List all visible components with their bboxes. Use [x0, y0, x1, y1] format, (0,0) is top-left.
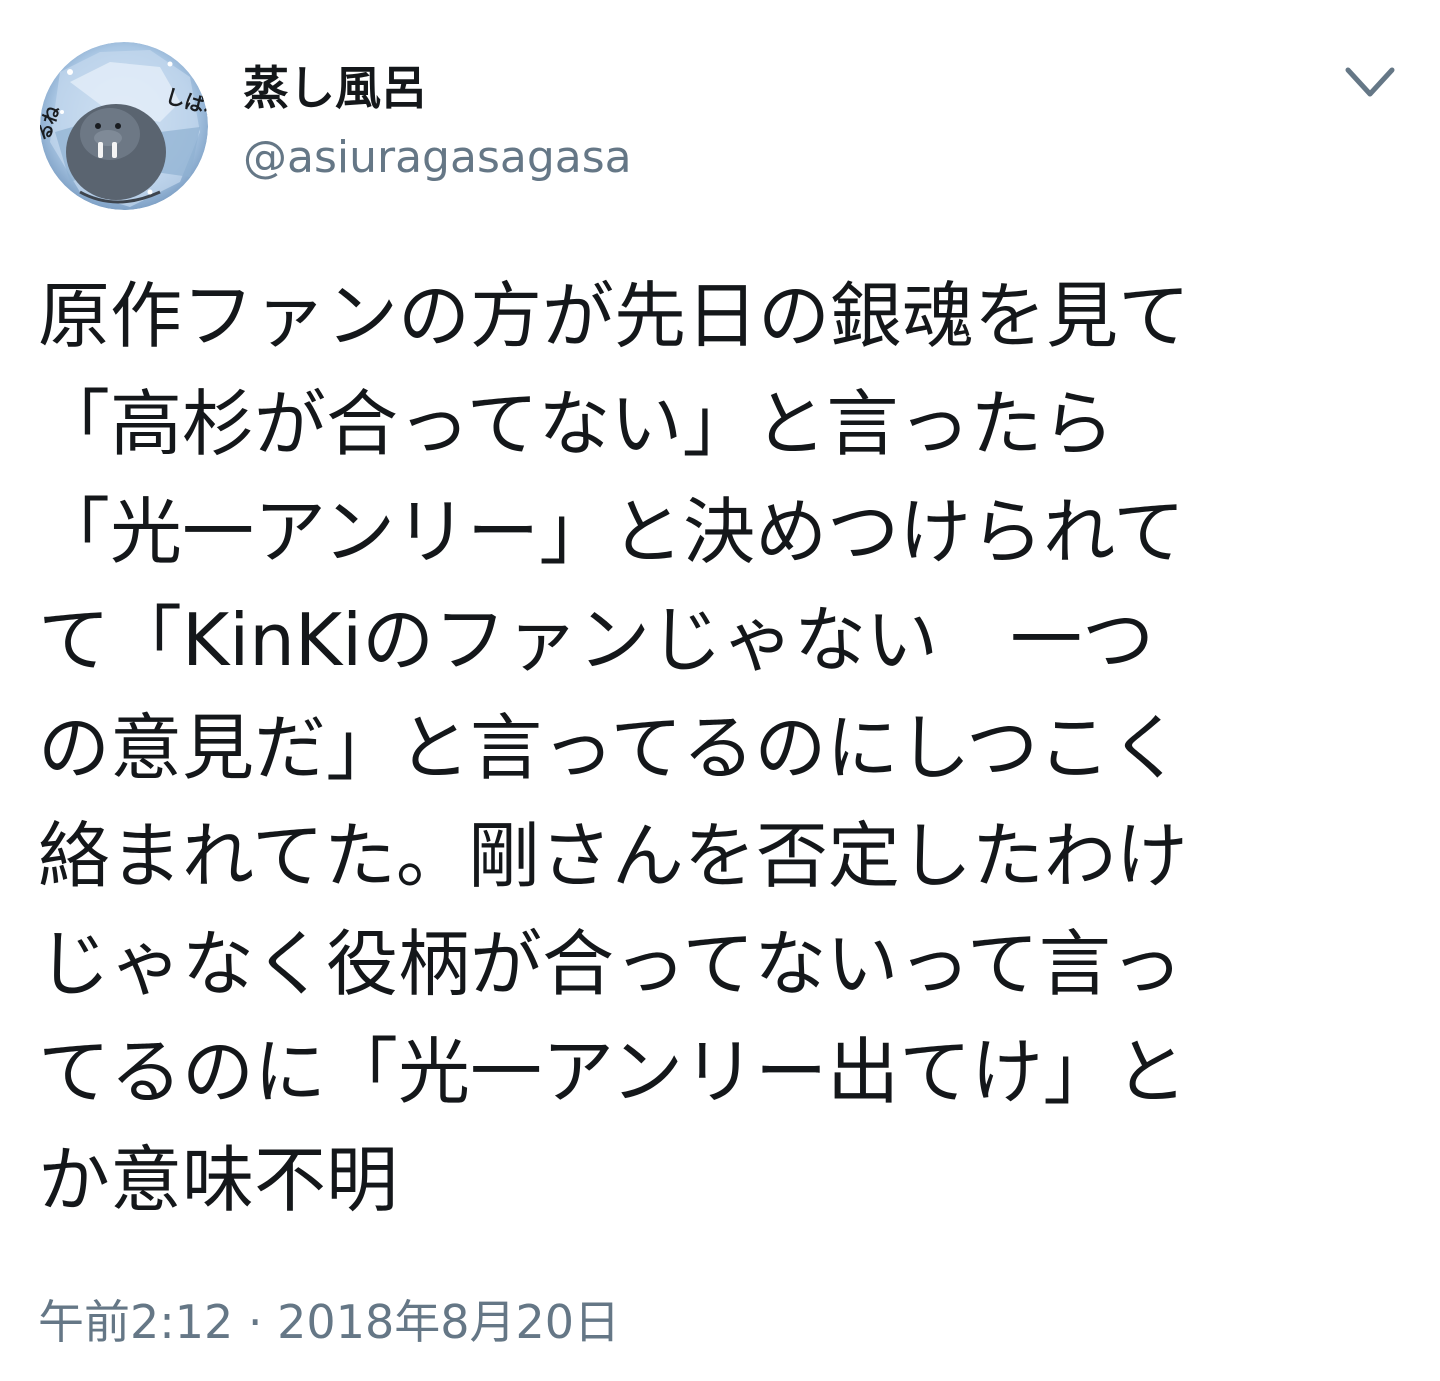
tweet-menu-button[interactable] — [1338, 56, 1402, 108]
user-handle[interactable]: @asiuragasagasa — [243, 128, 632, 188]
tweet-text-line: 「光一アンリー」と決めつけられて — [38, 490, 1185, 574]
tweet-text-line: か意味不明 — [38, 1138, 399, 1222]
tweet-timestamp[interactable]: 午前2:12 · 2018年8月20日 — [38, 1290, 620, 1354]
tweet-text-line: じゃなく役柄が合ってないって言っ — [38, 922, 1183, 1006]
display-name[interactable]: 蒸し風呂 — [243, 58, 427, 118]
tweet-text-line: 「高杉が合ってない」と言ったら — [38, 382, 1115, 466]
tweet-text-line: 絡まれてた。剛さんを否定したわけ — [38, 814, 1188, 898]
tweet-text-line: て「KinKiのファンじゃない 一つ — [38, 598, 1155, 682]
tweet-text-line: 原作ファンの方が先日の銀魂を見て — [38, 274, 1191, 358]
tweet-text-line: の意見だ」と言ってるのにしつこく — [38, 706, 1183, 790]
avatar[interactable]: しばわ るね — [40, 42, 208, 210]
walrus-avatar-icon: しばわ るね — [40, 42, 208, 210]
tweet-text-line: てるのに「光一アンリー出てけ」と — [38, 1030, 1188, 1114]
tweet-text: 原作ファンの方が先日の銀魂を見て 「高杉が合ってない」と言ったら 「光一アンリー… — [38, 262, 1398, 1234]
chevron-down-icon — [1345, 67, 1395, 97]
tweet-card: しばわ るね 蒸し風呂 @asiuragasagasa 原作ファンの方が先日の銀… — [0, 0, 1440, 1381]
